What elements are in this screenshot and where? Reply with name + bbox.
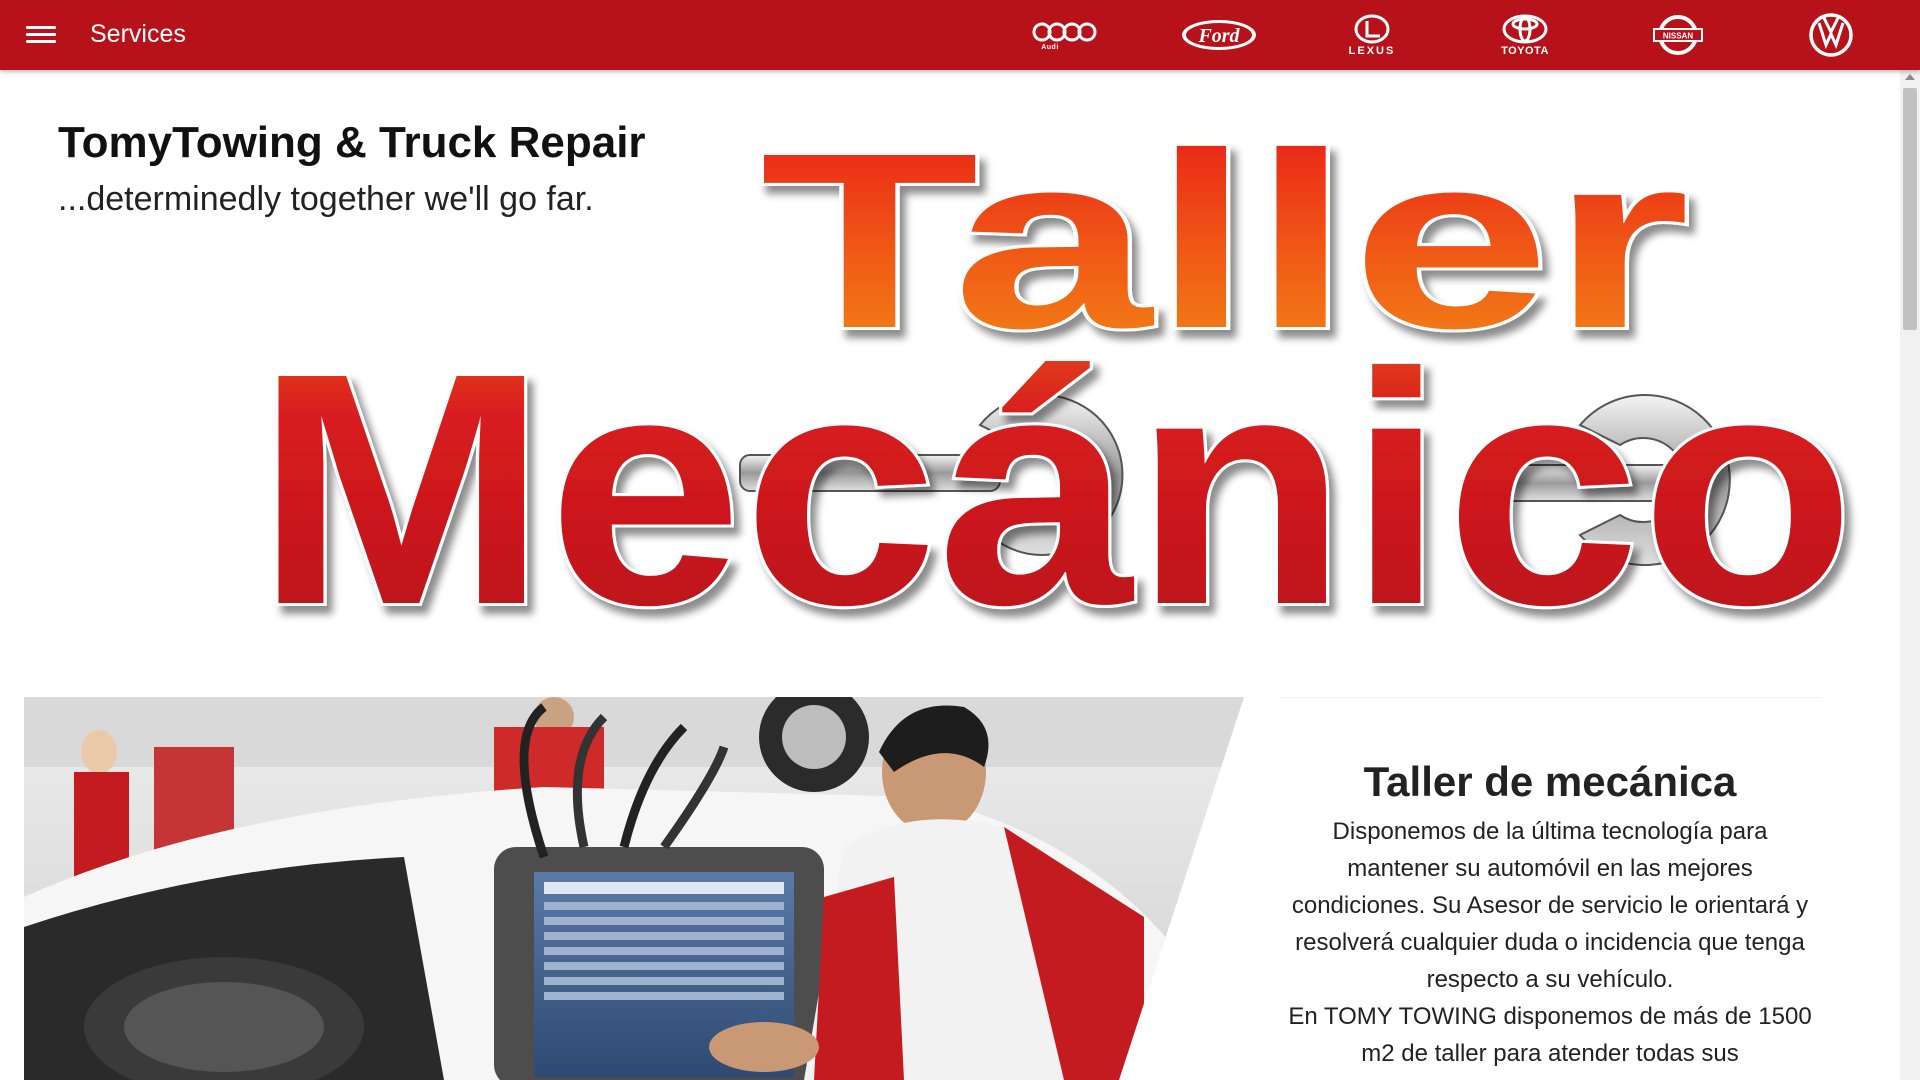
section-body: Disponemos de la última tecnología para … (1280, 813, 1820, 1072)
section-title: Taller de mecánica (1363, 758, 1737, 805)
nissan-logo-icon[interactable]: NISSAN (1623, 6, 1733, 64)
workshop-section: Taller de mecánica Disponemos de la últi… (1280, 697, 1820, 1080)
section-paragraph-2: En TOMY TOWING disponemos de más de 1500… (1288, 1003, 1812, 1067)
ford-logo-text: Ford (1197, 25, 1240, 47)
hero-banner: Taller Mecánico (220, 95, 1870, 676)
volkswagen-logo-icon[interactable] (1776, 6, 1886, 64)
scroll-up-arrow-icon[interactable] (1905, 74, 1915, 80)
hamburger-menu-icon[interactable] (26, 22, 56, 48)
workshop-photo: SEAT (24, 697, 1244, 1080)
scrollbar-thumb[interactable] (1903, 88, 1917, 330)
hero-title-line2: Mecánico (255, 304, 1855, 635)
nissan-logo-text: NISSAN (1663, 32, 1693, 41)
section-paragraph-1: Disponemos de la última tecnología para … (1291, 818, 1809, 993)
lexus-logo-icon[interactable]: LEXUS (1317, 6, 1427, 64)
top-nav-bar: Services Audi Ford LEXUS TOYOTA NISSAN (0, 0, 1920, 70)
scrollbar[interactable] (1900, 70, 1920, 1080)
ford-logo-icon[interactable]: Ford (1164, 6, 1274, 64)
audi-logo-icon[interactable]: Audi (1010, 6, 1120, 64)
seat-badge-text: SEAT (1083, 1010, 1135, 1032)
brand-logos: Audi Ford LEXUS TOYOTA NISSAN (1010, 0, 1890, 70)
toyota-logo-icon[interactable]: TOYOTA (1470, 6, 1580, 64)
nav-title[interactable]: Services (90, 20, 186, 49)
